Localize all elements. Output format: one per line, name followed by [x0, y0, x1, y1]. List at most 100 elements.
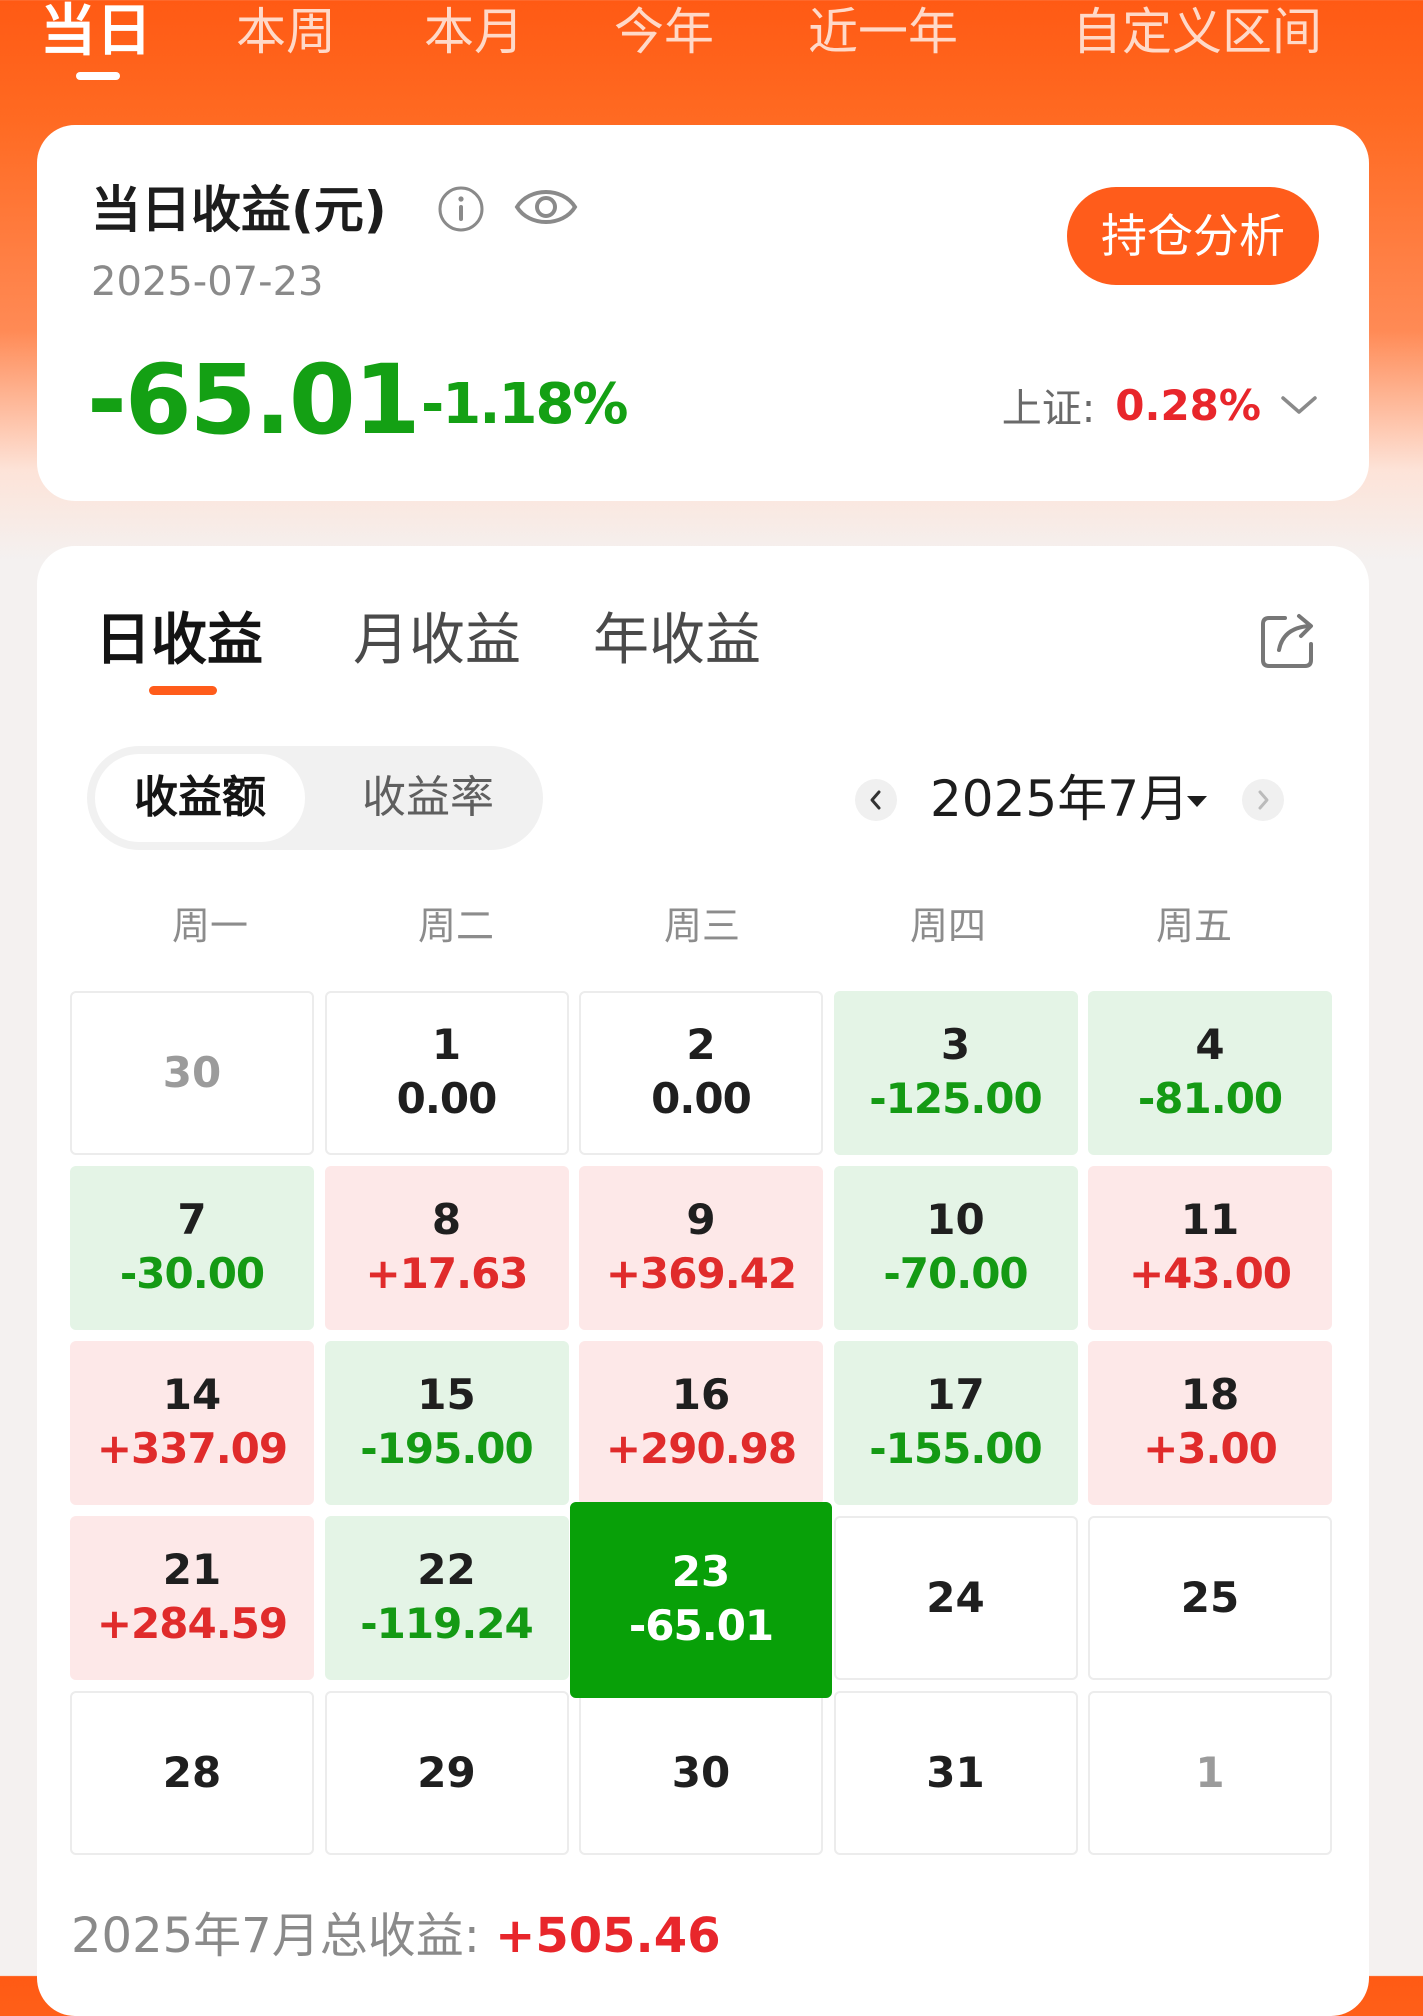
calendar-day-profit: -70.00	[883, 1249, 1028, 1298]
tab-yearly-profit[interactable]: 年收益	[593, 606, 761, 676]
calendar-day-selected[interactable]: 23 -65.01	[570, 1502, 832, 1698]
daily-summary-card: 当日收益(元) 2025-07-23 -65.01 -1.18% 持仓分析 上证…	[37, 125, 1369, 501]
calendar-day-profit: 0.00	[396, 1074, 498, 1123]
weekday-label: 周一	[171, 904, 248, 948]
calendar-day[interactable]: 31	[833, 1691, 1078, 1855]
summary-date: 2025-07-23	[91, 259, 324, 305]
calendar-day[interactable]: 25	[1088, 1516, 1332, 1680]
calendar-day[interactable]: 8 +17.63	[324, 1166, 569, 1330]
calendar-day-number: 18	[1180, 1370, 1240, 1419]
calendar-day-number: 30	[671, 1748, 731, 1797]
tab-this-week[interactable]: 本周	[236, 2, 336, 62]
calendar-day-number: 11	[1180, 1195, 1240, 1244]
calendar-day-number: 24	[926, 1573, 985, 1622]
weekday-header: 周一 周二 周三 周四 周五	[37, 896, 1369, 956]
calendar-day-profit: -119.24	[360, 1599, 534, 1648]
calendar-day-number: 7	[177, 1195, 207, 1244]
calendar-day-profit: -125.00	[869, 1074, 1043, 1123]
calendar-day[interactable]: 24	[833, 1516, 1078, 1680]
calendar-day-profit: 0.00	[651, 1074, 752, 1123]
next-month-button[interactable]	[1242, 779, 1284, 821]
index-value: 0.28%	[1115, 380, 1261, 430]
weekday-label: 周五	[1155, 904, 1232, 948]
holdings-analysis-button[interactable]: 持仓分析	[1067, 187, 1319, 285]
calendar-day-profit: +17.63	[365, 1249, 528, 1298]
index-comparison[interactable]: 上证: 0.28%	[1002, 375, 1319, 435]
calendar-day-number: 25	[1180, 1573, 1240, 1622]
tab-daily-profit[interactable]: 日收益	[95, 606, 263, 676]
month-navigator: 2025年7月	[37, 751, 1369, 851]
calendar-day[interactable]: 16 +290.98	[579, 1341, 823, 1505]
info-icon[interactable]	[437, 185, 485, 233]
calendar-day[interactable]: 17 -155.00	[833, 1341, 1078, 1505]
calendar-day-profit: +284.59	[96, 1599, 288, 1648]
tab-today[interactable]: 当日	[40, 2, 152, 62]
prev-month-button[interactable]	[855, 779, 897, 821]
calendar-day[interactable]: 30	[579, 1691, 823, 1855]
calendar-day[interactable]: 22 -119.24	[324, 1516, 569, 1680]
calendar-day[interactable]: 2 0.00	[579, 991, 823, 1155]
calendar-day[interactable]: 11 +43.00	[1088, 1166, 1332, 1330]
tab-monthly-profit[interactable]: 月收益	[353, 606, 521, 676]
calendar-day-profit: +43.00	[1128, 1249, 1292, 1298]
calendar-day[interactable]: 10 -70.00	[833, 1166, 1078, 1330]
calendar-day-number: 21	[162, 1545, 222, 1594]
active-tab-indicator	[76, 72, 120, 80]
calendar-day-profit: +290.98	[605, 1424, 797, 1473]
period-tabs: 当日 本周 本月 今年 近一年 自定义区间	[0, 0, 1423, 80]
chevron-left-icon	[870, 790, 881, 810]
calendar-day-number: 1	[1195, 1748, 1225, 1797]
calendar-day[interactable]: 18 +3.00	[1088, 1341, 1332, 1505]
tab-this-year[interactable]: 今年	[614, 2, 714, 62]
calendar-day-number: 16	[671, 1370, 731, 1419]
calendar-day-number: 8	[431, 1195, 462, 1244]
tab-this-month[interactable]: 本月	[424, 2, 524, 62]
tab-last-year[interactable]: 近一年	[808, 2, 958, 62]
calendar-day-profit: -65.01	[628, 1601, 774, 1650]
calendar-day-number: 17	[926, 1370, 985, 1419]
calendar-day[interactable]: 3 -125.00	[833, 991, 1078, 1155]
calendar-day-number: 28	[162, 1748, 222, 1797]
calendar-day[interactable]: 28	[70, 1691, 314, 1855]
calendar-day-number: 31	[926, 1748, 985, 1797]
calendar-day-profit: +337.09	[96, 1424, 288, 1473]
calendar-day[interactable]: 7 -30.00	[70, 1166, 314, 1330]
summary-title: 当日收益(元)	[91, 181, 387, 239]
share-icon[interactable]	[1257, 610, 1319, 672]
calendar-day-number: 10	[926, 1195, 985, 1244]
calendar-day[interactable]: 15 -195.00	[324, 1341, 569, 1505]
profit-calendar-card: 日收益 月收益 年收益 收益额 收益率 2025年7月 周一 周二 周三 周四 …	[37, 546, 1369, 2016]
weekday-label: 周二	[417, 904, 494, 948]
calendar-day-number: 1	[431, 1020, 462, 1069]
daily-profit-percent: -1.18%	[421, 372, 629, 437]
calendar-day-number: 14	[162, 1370, 222, 1419]
calendar-day[interactable]: 1	[1088, 1691, 1332, 1855]
calendar-day-profit: +3.00	[1143, 1424, 1278, 1473]
tab-custom-range[interactable]: 自定义区间	[1072, 2, 1322, 62]
index-label: 上证:	[1001, 386, 1096, 432]
eye-icon[interactable]	[513, 177, 579, 237]
calendar-day-profit: -30.00	[119, 1249, 265, 1298]
calendar-day[interactable]: 29	[324, 1691, 569, 1855]
monthly-total-value: +505.46	[495, 1908, 721, 1964]
calendar-day-number: 2	[686, 1020, 716, 1069]
calendar-day[interactable]: 4 -81.00	[1088, 991, 1332, 1155]
month-label[interactable]: 2025年7月	[930, 769, 1189, 829]
calendar-day[interactable]: 21 +284.59	[70, 1516, 314, 1680]
calendar-day-number: 15	[417, 1370, 476, 1419]
calendar-day-number: 9	[686, 1195, 716, 1244]
daily-profit-amount: -65.01	[87, 344, 420, 456]
profit-tab-indicator	[149, 686, 217, 695]
calendar-day-profit: -195.00	[360, 1424, 534, 1473]
calendar-day[interactable]: 1 0.00	[324, 991, 569, 1155]
caret-down-icon[interactable]	[1185, 793, 1209, 809]
calendar-day-number: 23	[671, 1547, 731, 1596]
monthly-total-label: 2025年7月总收益:	[71, 1908, 480, 1964]
calendar-day-profit: +369.42	[605, 1249, 797, 1298]
calendar-day[interactable]: 30	[70, 991, 314, 1155]
calendar-day-number: 30	[162, 1048, 222, 1097]
calendar-day[interactable]: 9 +369.42	[579, 1166, 823, 1330]
chevron-down-icon[interactable]	[1279, 390, 1319, 420]
monthly-total: 2025年7月总收益: +505.46	[71, 1906, 721, 1966]
calendar-day[interactable]: 14 +337.09	[70, 1341, 314, 1505]
